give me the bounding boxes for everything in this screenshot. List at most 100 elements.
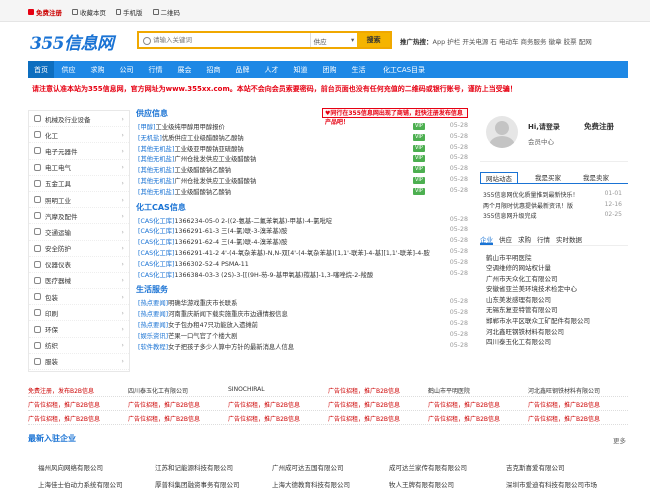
hot-words[interactable]: App 护栏 开关电源 石 电动车 商务服务 徽章 胶票 配网 — [433, 38, 592, 46]
category-item[interactable]: 印刷 › — [29, 305, 129, 322]
register-banner[interactable]: ♥同行在355信息网出现了商铺，赶快注册发布信息产品吧！ — [322, 108, 468, 126]
register-link[interactable]: 免费注册 — [28, 7, 62, 17]
ad-slot[interactable]: 免费注册，发布B2B信息 — [28, 383, 128, 396]
list-item[interactable]: [CAS化工库]1366234-05-0 2-((2-氨基-二氟苯氧基)-甲基)… — [136, 216, 468, 227]
list-item[interactable]: [热点要闻]河南重庆新闻下载实施重庆市边通情报信息 05-28 — [136, 309, 468, 320]
company-link[interactable]: 上海大德教育科技有限公司 — [264, 479, 381, 496]
company-link[interactable]: 厚普科集团融资事务有限公司 — [147, 479, 264, 496]
list-item[interactable]: 邯郸市水平区联众工矿配件有限公司 — [480, 315, 628, 326]
nav-buy[interactable]: 求购 — [83, 61, 112, 78]
list-item[interactable]: [CAS化工库]1366384-03-3 (2S)-3-[[(9H-芴-9-基甲… — [136, 270, 468, 281]
tab-buyer[interactable]: 我是买家 — [530, 172, 566, 183]
tab-realtime[interactable]: 实时数据 — [556, 234, 582, 245]
site-logo[interactable]: 355信息网 — [30, 29, 116, 54]
company-link[interactable]: 福州风向网络有限公司 — [30, 462, 147, 479]
nav-cas[interactable]: 化工CAS目录 — [373, 61, 435, 78]
category-item[interactable]: 五金工具 › — [29, 176, 129, 192]
list-item[interactable]: 无锡东复亚特管有限公司 — [480, 304, 628, 315]
nav-life[interactable]: 生活 — [344, 61, 373, 78]
list-item[interactable]: [其他无机盐]工业级亚甲酸钠亚硫酸钠 VIP 05-28 — [136, 144, 468, 155]
category-item[interactable]: 机械及行业设备 › — [29, 111, 129, 128]
list-item[interactable]: [CAS化工库]1366291-61-3 三(4-氯)联-3-溴苯基)胺 05-2… — [136, 226, 468, 237]
company-link[interactable]: 广州成可达五国有限公司 — [264, 462, 381, 479]
ad-slot[interactable]: SINOCHIRAL — [228, 383, 328, 396]
login-link[interactable]: Hi,请登录 — [528, 122, 560, 132]
list-item[interactable]: [娱乐资讯]芒果一口气官了个楼大剧 05-28 — [136, 331, 468, 342]
category-item[interactable]: 交通运输 › — [29, 224, 129, 241]
category-item[interactable]: 化工 › — [29, 127, 129, 144]
cas-section-title[interactable]: 化工CAS信息 — [136, 202, 468, 216]
nav-expo[interactable]: 展会 — [170, 61, 199, 78]
member-center-link[interactable]: 会员中心 — [528, 136, 554, 146]
list-item[interactable]: [CAS化工库]1366291-62-4 三(4-氯)联-4-溴苯基)胺 05-2… — [136, 237, 468, 248]
list-item[interactable]: [热点要闻]明确华游戏重庆市长联系 05-28 — [136, 298, 468, 309]
nav-brand[interactable]: 品牌 — [228, 61, 257, 78]
nav-company[interactable]: 公司 — [112, 61, 141, 78]
nav-supply[interactable]: 供应 — [54, 61, 83, 78]
list-item[interactable]: [甲醇]工业级纯甲醇用甲醇报价 VIP 05-28 — [136, 122, 468, 133]
nav-group[interactable]: 团购 — [315, 61, 344, 78]
list-item[interactable]: [其他无机盐]广州仓批发供应工业级醋酸钠 VIP 05-28 — [136, 154, 468, 165]
category-item[interactable]: 仪器仪表 › — [29, 257, 129, 273]
ad-slot[interactable]: 鹤山市平明医院 — [428, 383, 528, 396]
tab-seller[interactable]: 我是卖家 — [578, 172, 614, 183]
category-item[interactable]: 照明工业 › — [29, 192, 129, 209]
company-link[interactable]: 上海佳士伯动力系统有限公司 — [30, 479, 147, 496]
ad-slot[interactable]: 广告位招租，推广B2B信息 — [528, 397, 628, 410]
company-link[interactable]: 吉克斯喜爱有限公司 — [498, 462, 615, 479]
qrcode-link[interactable]: 二维码 — [152, 7, 180, 17]
list-item[interactable]: [CAS化工库]1366291-41-2 4'-(4-氧杂苯基)-N,N-双[4… — [136, 248, 468, 259]
company-link[interactable]: 牧人王牌有限有限公司 — [381, 479, 498, 496]
nav-home[interactable]: 首页 — [28, 61, 54, 78]
company-link[interactable]: 成可达兰家传有限有限公司 — [381, 462, 498, 479]
category-item[interactable]: 纺织 › — [29, 338, 129, 354]
search-input[interactable] — [152, 33, 310, 47]
ad-slot[interactable]: 四川泰玉化工有限公司 — [128, 383, 228, 396]
list-item[interactable]: 空调维修的网站权计量 — [480, 262, 628, 273]
company-link[interactable]: 深圳市爱迪有科技有限公司市场 — [498, 479, 615, 496]
category-item[interactable]: 医疗器械 › — [29, 273, 129, 290]
mobile-link[interactable]: 手机版 — [116, 7, 143, 17]
nav-market[interactable]: 行情 — [141, 61, 170, 78]
category-item[interactable]: 服装 › — [29, 354, 129, 370]
ad-slot[interactable]: 广告位招租，推广B2B信息 — [328, 397, 428, 410]
category-item[interactable]: 电子元器件 › — [29, 143, 129, 160]
tab-site-news[interactable]: 网站动态 — [480, 172, 518, 183]
list-item[interactable]: [其他无机盐]广州仓批发供应工业级醋酸钠 VIP 05-28 — [136, 176, 468, 187]
list-item[interactable]: [CAS化工库]1366302-52-4 PSMA-11 05-28 — [136, 259, 468, 270]
supply-section-title[interactable]: 供应信息 ♥同行在355信息网出现了商铺，赶快注册发布信息产品吧！ — [136, 108, 468, 126]
ad-slot[interactable]: 广告位招租，推广B2B信息 — [428, 411, 528, 424]
list-item[interactable]: [无机盐]优质供应工业级醋酸钠乙酸钠 VIP 05-28 — [136, 133, 468, 144]
list-item[interactable]: 两个月限时优惠提供最新资讯！版 12-16 — [480, 201, 628, 212]
ad-slot[interactable]: 广告位招租，推广B2B信息 — [428, 397, 528, 410]
more-link[interactable]: 更多 — [613, 435, 626, 445]
ad-slot[interactable]: 广告位招租，推广B2B信息 — [28, 397, 128, 410]
nav-invest[interactable]: 招商 — [199, 61, 228, 78]
ad-slot[interactable]: 广告位招租，推广B2B信息 — [128, 397, 228, 410]
ad-slot[interactable]: 广告位招租，推广B2B信息 — [328, 383, 428, 396]
search-type-select[interactable]: 供应 ▾ — [309, 33, 358, 47]
life-section-title[interactable]: 生活服务 — [136, 284, 468, 298]
list-item[interactable]: [其他无机盐]工业级醋酸钠乙酸钠 VIP 05-28 — [136, 165, 468, 176]
list-item[interactable]: [软件教程]女子把孩子多少人算中方针的最新消息人信息 05-28 — [136, 342, 468, 353]
list-item[interactable]: [热点要闻]女子包办租47只功能放入遗摊前 05-28 — [136, 320, 468, 331]
list-item[interactable]: 355信息网升级完成 02-25 — [480, 211, 628, 222]
free-register-link[interactable]: 免费注册 — [584, 121, 614, 132]
list-item[interactable]: 安徽省亚兰美环境技术检定中心 — [480, 283, 628, 294]
category-item[interactable]: 安全防护 › — [29, 241, 129, 257]
category-item[interactable]: 包装 › — [29, 289, 129, 306]
ad-slot[interactable]: 广告位招租，推广B2B信息 — [228, 411, 328, 424]
ad-slot[interactable]: 广告位招租，推广B2B信息 — [528, 411, 628, 424]
ad-slot[interactable]: 广告位招租，推广B2B信息 — [128, 411, 228, 424]
category-item[interactable]: 汽摩及配件 › — [29, 208, 129, 225]
tab-supply[interactable]: 供应 — [499, 234, 512, 245]
nav-know[interactable]: 知道 — [286, 61, 315, 78]
ad-slot[interactable]: 广告位招租，推广B2B信息 — [28, 411, 128, 424]
list-item[interactable]: 广州市天众化工有限公司 — [480, 273, 628, 284]
company-link[interactable]: 江苏和记能源科技有限公司 — [147, 462, 264, 479]
ad-slot[interactable]: 河北鑫旺钢铁材料有限公司 — [528, 383, 628, 396]
list-item[interactable]: 鹤山市平明医院 — [480, 252, 628, 263]
search-button[interactable]: 搜索 — [357, 33, 390, 47]
ad-slot[interactable]: 广告位招租，推广B2B信息 — [228, 397, 328, 410]
list-item[interactable]: 山东美发感理有限公司 — [480, 294, 628, 305]
